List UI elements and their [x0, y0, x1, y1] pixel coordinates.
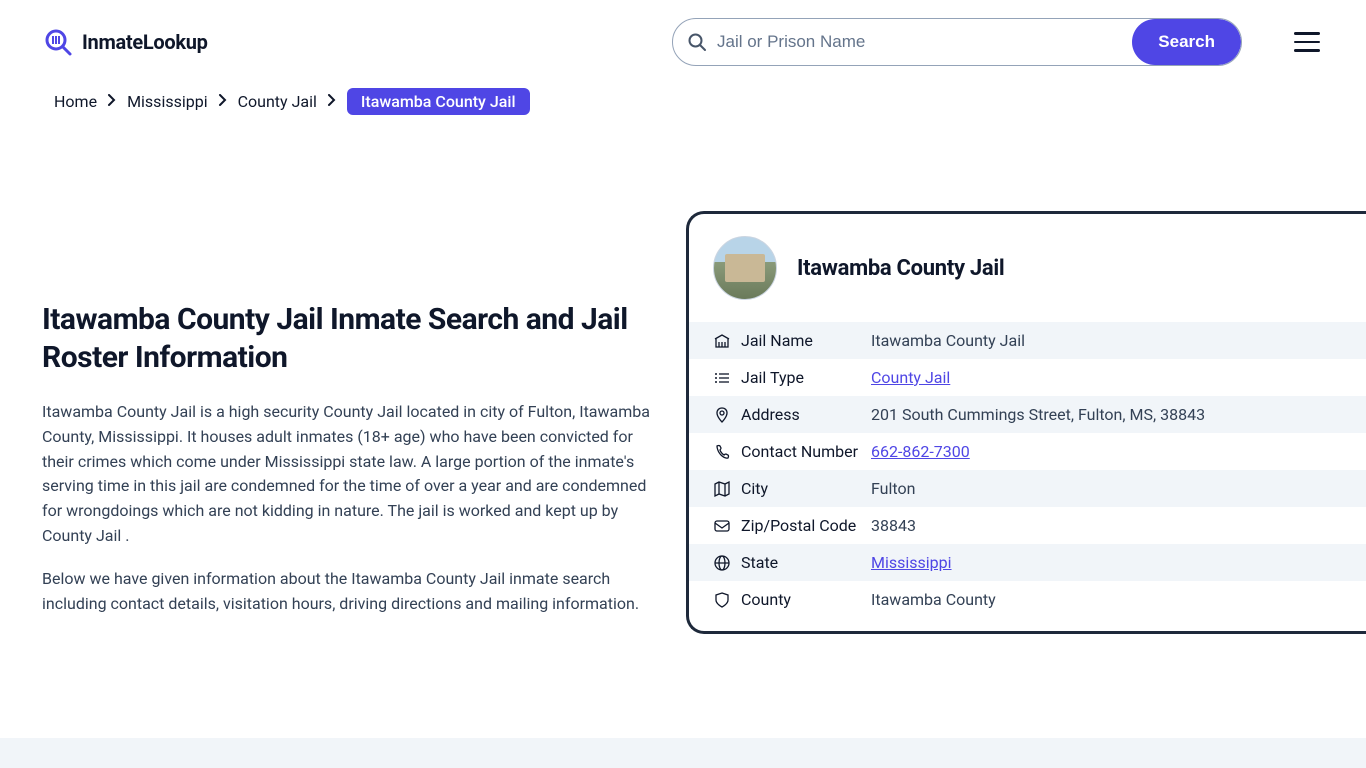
row-zip: Zip/Postal Code 38843: [689, 507, 1366, 544]
card-title: Itawamba County Jail: [797, 256, 1004, 281]
chevron-right-icon: [218, 94, 228, 110]
header: InmateLookup Search: [0, 0, 1366, 84]
row-state: State Mississippi: [689, 544, 1366, 581]
value: Itawamba County: [871, 590, 996, 609]
value: Fulton: [871, 479, 915, 498]
menu-icon[interactable]: [1290, 28, 1324, 56]
shield-icon: [713, 591, 741, 609]
search-input[interactable]: [707, 32, 1132, 52]
chevron-right-icon: [107, 94, 117, 110]
list-icon: [713, 369, 741, 387]
label: Jail Name: [741, 331, 871, 350]
card-header: Itawamba County Jail: [689, 214, 1366, 322]
header-right: Search: [672, 18, 1324, 66]
pin-icon: [713, 406, 741, 424]
value-link[interactable]: 662-862-7300: [871, 442, 970, 461]
label: Contact Number: [741, 442, 871, 461]
breadcrumb-current: Itawamba County Jail: [347, 88, 530, 115]
row-county: County Itawamba County: [689, 581, 1366, 618]
value-link[interactable]: County Jail: [871, 368, 950, 387]
row-contact: Contact Number 662-862-7300: [689, 433, 1366, 470]
logo[interactable]: InmateLookup: [42, 26, 208, 58]
jail-avatar: [713, 236, 777, 300]
label: Zip/Postal Code: [741, 516, 871, 535]
label: State: [741, 553, 871, 572]
row-address: Address 201 South Cummings Street, Fulto…: [689, 396, 1366, 433]
search-button[interactable]: Search: [1132, 19, 1241, 65]
search-icon: [673, 32, 707, 52]
search-bar: Search: [672, 18, 1242, 66]
row-jail-name: Jail Name Itawamba County Jail: [689, 322, 1366, 359]
value: Itawamba County Jail: [871, 331, 1025, 350]
main: Itawamba County Jail Inmate Search and J…: [0, 203, 1366, 634]
description-1: Itawamba County Jail is a high security …: [42, 400, 662, 549]
label: County: [741, 590, 871, 609]
value: 38843: [871, 516, 916, 535]
content-column: Itawamba County Jail Inmate Search and J…: [42, 203, 662, 634]
info-table: Jail Name Itawamba County Jail Jail Type…: [689, 322, 1366, 618]
label: Jail Type: [741, 368, 871, 387]
logo-text: InmateLookup: [82, 30, 208, 54]
row-city: City Fulton: [689, 470, 1366, 507]
breadcrumb: Home Mississippi County Jail Itawamba Co…: [0, 84, 1366, 123]
breadcrumb-state[interactable]: Mississippi: [127, 92, 208, 111]
building-icon: [713, 332, 741, 350]
value: 201 South Cummings Street, Fulton, MS, 3…: [871, 405, 1205, 424]
logo-icon: [42, 26, 74, 58]
description-2: Below we have given information about th…: [42, 567, 662, 617]
page-title: Itawamba County Jail Inmate Search and J…: [42, 301, 662, 376]
label: City: [741, 479, 871, 498]
breadcrumb-type[interactable]: County Jail: [238, 92, 317, 111]
chevron-right-icon: [327, 94, 337, 110]
phone-icon: [713, 443, 741, 461]
label: Address: [741, 405, 871, 424]
map-icon: [713, 480, 741, 498]
value-link[interactable]: Mississippi: [871, 553, 952, 572]
row-jail-type: Jail Type County Jail: [689, 359, 1366, 396]
footer-strip: [0, 738, 1366, 768]
info-card: Itawamba County Jail Jail Name Itawamba …: [686, 211, 1366, 634]
mail-icon: [713, 517, 741, 535]
breadcrumb-home[interactable]: Home: [54, 92, 97, 111]
globe-icon: [713, 554, 741, 572]
